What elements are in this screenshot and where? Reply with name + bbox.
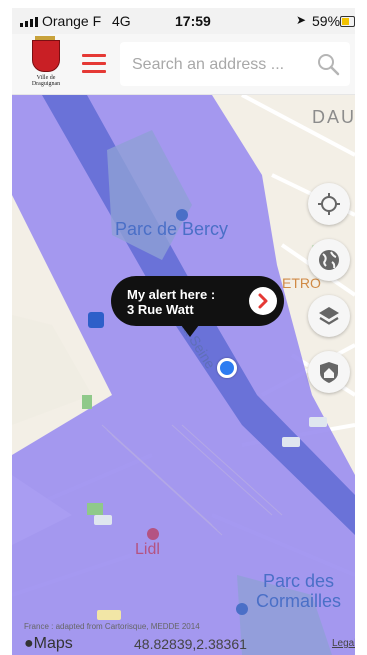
chevron-right-icon: [258, 293, 268, 309]
app-header: Ville de Draguignan: [12, 34, 355, 95]
carrier-name: Orange F: [42, 13, 102, 29]
signal-icon: [20, 17, 38, 27]
home-shield-icon: [320, 362, 338, 383]
park-cormailles-label: Parc des Cormailles: [256, 571, 342, 611]
logo-caption: Ville de Draguignan: [31, 75, 61, 87]
apple-logo-icon: ●: [24, 635, 34, 652]
globe-icon: [319, 250, 339, 270]
metro-icon: [88, 312, 104, 328]
home-zone-button[interactable]: [308, 351, 350, 393]
status-bar: Orange F 4G 17:59 ➤ 59%: [12, 8, 355, 34]
menu-icon[interactable]: [82, 54, 106, 74]
lidl-label: Lidl: [135, 541, 160, 558]
location-arrow-icon: ➤: [296, 13, 307, 27]
current-location-dot: [217, 358, 237, 378]
battery-icon: [340, 16, 355, 27]
metro-label: ETRO: [282, 275, 321, 291]
search-input[interactable]: [130, 42, 314, 88]
district-label: DAU: [312, 107, 355, 127]
map-attribution: France : adapted from Cartorisque, MEDDE…: [24, 622, 200, 631]
search-bar[interactable]: [120, 42, 350, 88]
city-logo[interactable]: Ville de Draguignan: [24, 36, 68, 87]
callout-line-1: My alert here :: [127, 287, 216, 302]
battery-percent: 59%: [312, 13, 341, 29]
map-view[interactable]: DAU Parc de Bercy ETRO la Seine Lidl Par…: [12, 95, 355, 655]
callout-go-button[interactable]: [249, 287, 277, 315]
callout-address: 3 Rue Watt: [127, 302, 194, 317]
park-bercy-label: Parc de Bercy: [115, 219, 229, 239]
crosshair-icon: [318, 193, 340, 215]
search-icon[interactable]: [316, 52, 340, 76]
clock: 17:59: [175, 13, 211, 29]
app-screen: Orange F 4G 17:59 ➤ 59% Ville de Draguig…: [12, 8, 355, 655]
locate-me-button[interactable]: [308, 183, 350, 225]
alert-callout[interactable]: My alert here : 3 Rue Watt: [111, 276, 284, 337]
network-type: 4G: [112, 13, 131, 29]
globe-button[interactable]: [308, 239, 350, 281]
maps-brand: ●Maps: [24, 635, 73, 652]
legal-link[interactable]: Legal: [332, 638, 355, 649]
layers-icon: [319, 307, 339, 325]
coordinates-readout: 48.82839,2.38361: [134, 636, 247, 652]
layers-button[interactable]: [308, 295, 350, 337]
